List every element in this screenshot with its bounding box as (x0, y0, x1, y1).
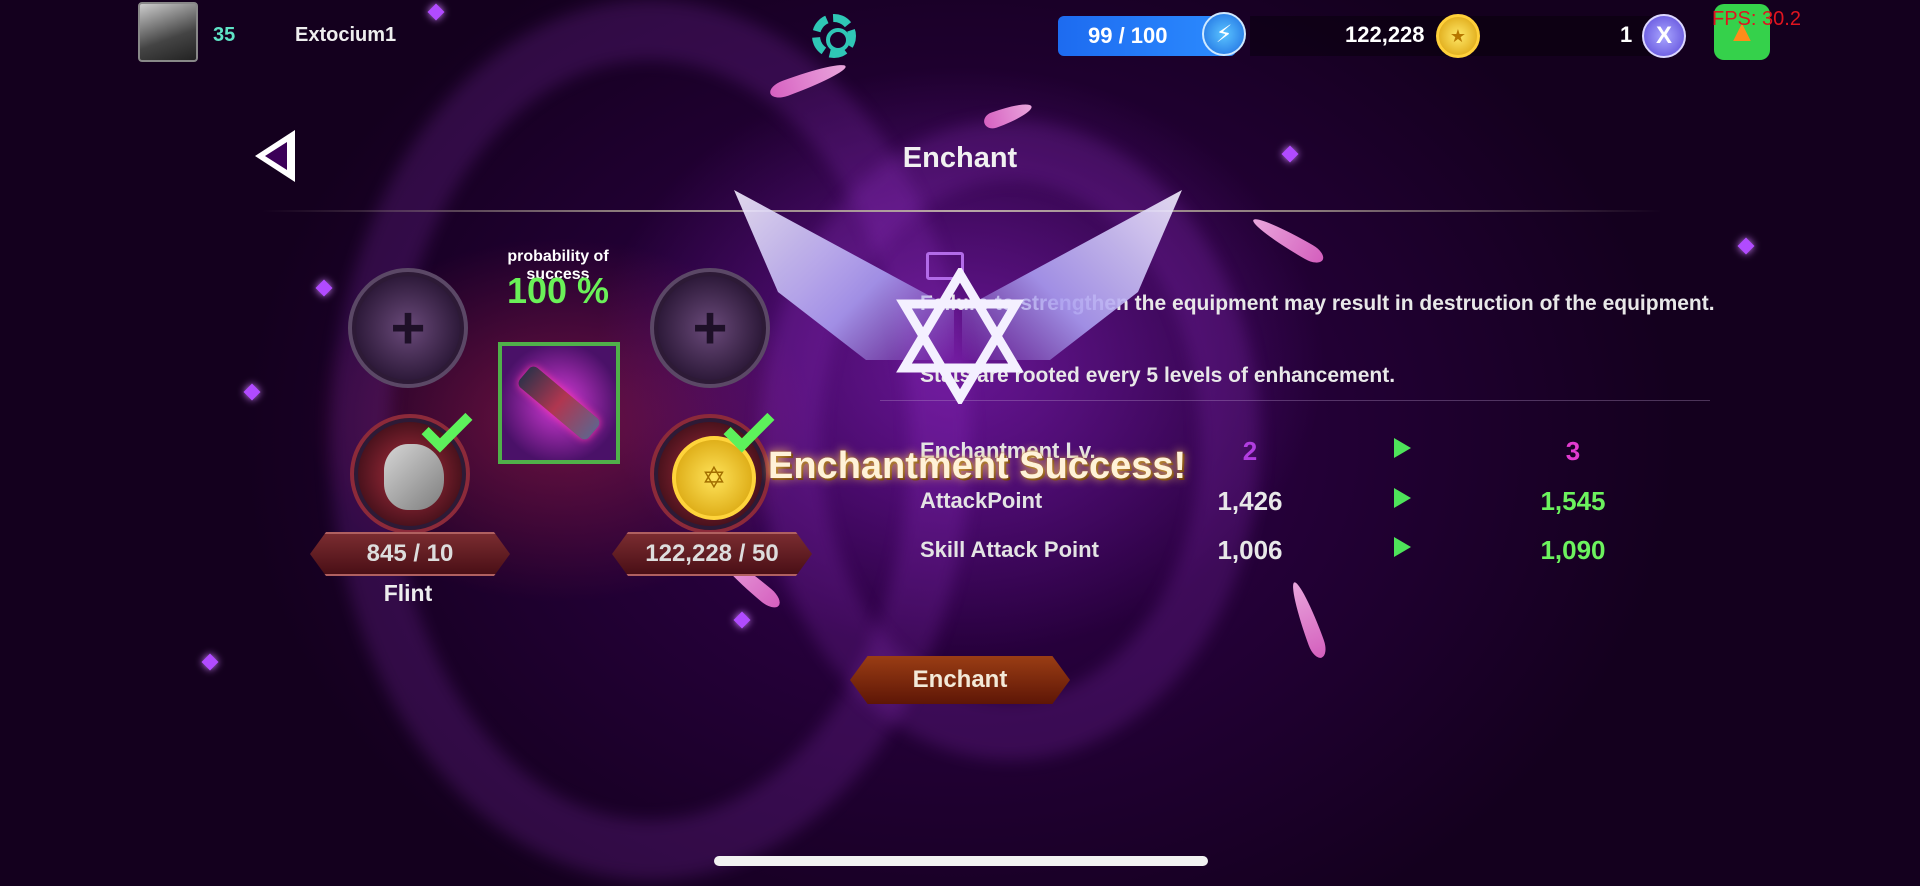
stat-current-enchant-level: 2 (1242, 436, 1258, 466)
header-divider (262, 210, 1662, 212)
stat-next-skill-attack: 1,090 (1540, 535, 1606, 565)
empty-slot-left[interactable]: + (348, 268, 468, 388)
energy-value: 99 / 100 (1088, 23, 1168, 48)
enchant-success-message: Enchantment Success! (768, 445, 1187, 487)
play-arrow-icon (1394, 537, 1411, 557)
plus-icon: + (692, 294, 728, 362)
player-name: Extocium1 (295, 24, 397, 46)
x-token-icon[interactable]: X (1642, 14, 1686, 58)
stat-current-skill-attack: 1,006 (1217, 535, 1283, 565)
equipment-weapon-slot[interactable] (498, 342, 620, 464)
play-arrow-icon (1394, 488, 1411, 508)
plus-icon: + (390, 294, 426, 362)
enchant-button[interactable]: Enchant (850, 656, 1070, 704)
gold-coin-icon[interactable]: ★ (1436, 14, 1480, 58)
gold-count: 122,228 / 50 (612, 532, 812, 576)
fps-counter: FPS: 30.2 (1712, 8, 1801, 30)
player-avatar[interactable] (138, 2, 198, 62)
energy-counter: 99 / 100 ⚡ (1058, 12, 1246, 56)
page-title: Enchant (902, 142, 1018, 174)
home-indicator[interactable] (714, 856, 1208, 866)
stat-next-enchant-level: 3 (1565, 436, 1581, 466)
lightning-icon[interactable]: ⚡ (1202, 12, 1246, 56)
settings-gear-icon[interactable] (812, 14, 856, 58)
stat-next-attack: 1,545 (1540, 486, 1606, 516)
stat-label-attack: AttackPoint (920, 488, 1043, 513)
play-arrow-icon (1394, 438, 1411, 458)
flint-count: 845 / 10 (310, 532, 510, 576)
probability-value: 100 % (506, 270, 610, 311)
top-bar: 35 Extocium1 99 / 100 ⚡ 122,228 ★ 1 X ▲ … (0, 0, 1920, 70)
stat-label-skill-attack: Skill Attack Point (920, 537, 1099, 562)
weapon-icon (516, 364, 602, 442)
gold-value: 122,228 (1345, 22, 1425, 47)
flint-label: Flint (383, 580, 433, 606)
flint-stone-icon (384, 444, 444, 510)
hexagram-emblem-icon (896, 268, 1024, 404)
x-token-value: 1 (1620, 22, 1633, 47)
stat-current-attack: 1,426 (1217, 486, 1283, 516)
player-level: 35 (213, 24, 236, 46)
empty-slot-right[interactable]: + (650, 268, 770, 388)
